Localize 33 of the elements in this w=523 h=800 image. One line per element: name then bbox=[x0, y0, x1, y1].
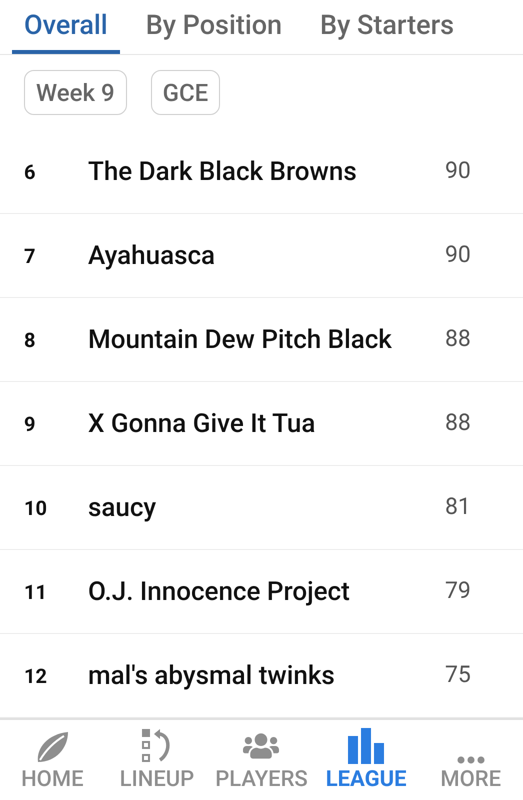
filter-chip[interactable]: GCE bbox=[150, 70, 220, 115]
points: 88 bbox=[445, 324, 472, 354]
team-name: saucy bbox=[88, 492, 158, 524]
nav-tab[interactable]: LINEUP bbox=[104, 720, 210, 800]
rank: 12 bbox=[23, 662, 48, 690]
more-icon bbox=[456, 756, 485, 764]
rank: 11 bbox=[23, 578, 48, 606]
nav-tab[interactable]: PLAYERS bbox=[209, 720, 314, 800]
team-name: Ayahuasca bbox=[88, 240, 216, 272]
bar-chart-icon bbox=[348, 728, 384, 764]
team-name: X Gonna Give It Tua bbox=[88, 408, 316, 440]
points: 75 bbox=[445, 660, 472, 690]
team-name: The Dark Black Browns bbox=[88, 156, 358, 188]
points: 88 bbox=[445, 408, 472, 438]
nav-tab[interactable]: MORE bbox=[418, 720, 523, 800]
points: 90 bbox=[445, 156, 472, 186]
filter-chip[interactable]: Week 9 bbox=[24, 70, 127, 115]
points: 90 bbox=[445, 240, 472, 270]
tab[interactable]: By Position bbox=[134, 0, 294, 54]
points: 81 bbox=[445, 492, 472, 522]
tab[interactable]: By Starters bbox=[308, 0, 466, 54]
team-name: O.J. Innocence Project bbox=[88, 576, 351, 608]
rank: 9 bbox=[23, 410, 36, 438]
nav-tab[interactable]: HOME bbox=[0, 720, 105, 800]
team-name: Mountain Dew Pitch Black bbox=[88, 324, 393, 356]
team-name: mal's abysmal twinks bbox=[88, 660, 336, 692]
rank: 10 bbox=[23, 494, 48, 522]
tab[interactable]: Overall bbox=[12, 0, 120, 54]
rank: 7 bbox=[23, 242, 36, 270]
rank: 8 bbox=[23, 326, 36, 354]
rank: 6 bbox=[23, 158, 36, 186]
nav-tab[interactable]: LEAGUE bbox=[314, 720, 418, 800]
points: 79 bbox=[445, 576, 472, 606]
